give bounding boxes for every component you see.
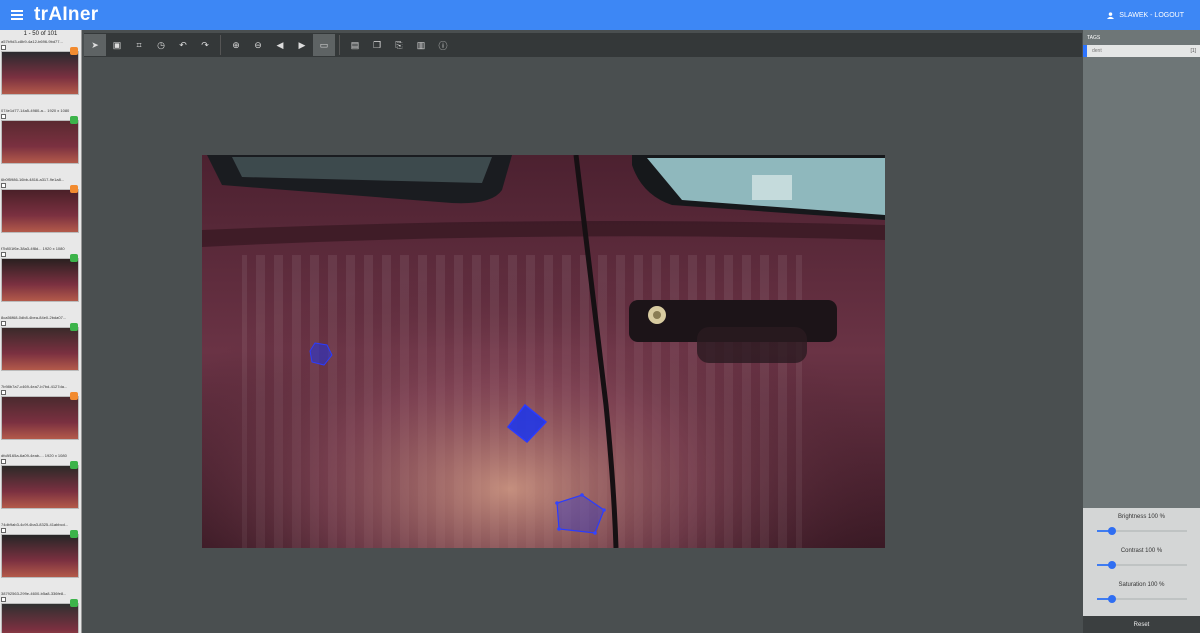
thumbnail-checkbox[interactable] (1, 528, 6, 533)
thumbnail-filename: 7b98b7a7-c469-4ea7-b7bd-4127da... (1, 384, 68, 389)
logout-link[interactable]: SLAWEK - LOGOUT (1119, 12, 1184, 19)
tag-color-marker (1083, 45, 1087, 57)
status-badge (70, 530, 78, 538)
thumbnail-image[interactable] (1, 258, 79, 302)
adjustment-panel: Brightness 100 % Contrast 100 % Saturati… (1083, 508, 1200, 616)
toolbar-divider (220, 35, 221, 55)
thumbnail-filename: a57b9d3-c8b9-4a12-b696-9bd77... (1, 39, 63, 44)
prev-icon[interactable]: ◀ (269, 34, 291, 56)
list-item[interactable]: 7b98b7a7-c469-4ea7-b7bd-4127da... (0, 383, 81, 452)
brightness-control: Brightness 100 % (1083, 508, 1200, 542)
brightness-label: Brightness 100 % (1117, 514, 1166, 520)
thumbnail-checkbox[interactable] (1, 183, 6, 188)
zoom-in-icon[interactable]: ⊕ (225, 34, 247, 56)
pager-label: 1 - 50 of 101 (23, 31, 58, 37)
list-item[interactable]: 8ca56f68-0db8-4bea-84e0-2bda07... (0, 314, 81, 383)
history-icon[interactable]: ◷ (150, 34, 172, 56)
right-panel: TAGS dent [1] Brightness 100 % Contrast … (1083, 30, 1200, 633)
thumbnail-checkbox[interactable] (1, 45, 6, 50)
thumbnail-image[interactable] (1, 327, 79, 371)
thumbnail-image[interactable] (1, 534, 79, 578)
image-canvas[interactable] (202, 155, 885, 548)
toolbar: ➤ ▣ ⌗ ◷ ↶ ↷ ⊕ ⊖ ◀ ▶ ▭ ▤ ❐ ⎘ ▥ ⓘ (84, 33, 1082, 57)
saturation-label: Saturation 100 % (1118, 582, 1165, 588)
tag-item[interactable]: dent [1] (1083, 45, 1200, 57)
image-list: 1 - 50 of 101 a57b9d3-c8b9-4a12-b696-9bd… (0, 30, 82, 633)
toolbar-divider (339, 35, 340, 55)
tag-label: dent (1092, 48, 1102, 54)
info-icon[interactable]: ⓘ (432, 34, 454, 56)
thumbnail-image[interactable] (1, 189, 79, 233)
thumbnail-image[interactable] (1, 465, 79, 509)
status-badge (70, 185, 78, 193)
save-icon[interactable]: ▤ (344, 34, 366, 56)
thumbnail-image[interactable] (1, 51, 79, 95)
saturation-slider[interactable] (1108, 595, 1116, 603)
brightness-slider[interactable] (1108, 527, 1116, 535)
redo-icon[interactable]: ↷ (194, 34, 216, 56)
tags-title: TAGS (1087, 35, 1101, 41)
list-item[interactable]: f7b801f6e-38a3-4f8d... 1920 x 1080 (0, 245, 81, 314)
list-item[interactable]: 38792563-299e-4600-b5a8-336fe8... (0, 590, 81, 633)
thumbnail-filename: f7b801f6e-38a3-4f8d... 1920 x 1080 (1, 246, 65, 251)
copy-icon[interactable]: ❐ (366, 34, 388, 56)
app-title: trAIner (34, 4, 99, 25)
pointer-icon[interactable]: ➤ (84, 34, 106, 56)
thumbnail-checkbox[interactable] (1, 459, 6, 464)
tag-count: [1] (1190, 48, 1196, 54)
thumbnail-checkbox[interactable] (1, 114, 6, 119)
saturation-control: Saturation 100 % (1083, 576, 1200, 610)
crop-icon[interactable]: ⌗ (128, 34, 150, 56)
thumbnail-filename: 074e1d77-14a5-4980-a... 1920 x 1080 (1, 108, 70, 113)
app-bar: trAIner SLAWEK - LOGOUT (0, 0, 1200, 30)
thumbnail-filename: 38792563-299e-4600-b5a8-336fe8... (1, 591, 67, 596)
reset-button[interactable]: Reset (1083, 616, 1200, 633)
next-icon[interactable]: ▶ (291, 34, 313, 56)
user-menu[interactable]: SLAWEK - LOGOUT (1107, 0, 1184, 30)
select-region-icon[interactable]: ▣ (106, 34, 128, 56)
list-item[interactable]: 6b0f5986-16bb-4816-a317-9e1a8... (0, 176, 81, 245)
status-badge (70, 116, 78, 124)
thumbnail-image[interactable] (1, 120, 79, 164)
zoom-out-icon[interactable]: ⊖ (247, 34, 269, 56)
thumbnail-checkbox[interactable] (1, 597, 6, 602)
list-item[interactable]: a57b9d3-c8b9-4a12-b696-9bd77... (0, 38, 81, 107)
list-item[interactable]: 74db9ab3-4c9f-4ba3-8325-41abbcd... (0, 521, 81, 590)
undo-icon[interactable]: ↶ (172, 34, 194, 56)
thumbnail-checkbox[interactable] (1, 321, 6, 326)
status-badge (70, 254, 78, 262)
thumbnail-filename: dfc8f165a-6a09-4eab-... 1920 x 1080 (1, 453, 67, 458)
thumbnail-filename: 8ca56f68-0db8-4bea-84e0-2bda07... (1, 315, 67, 320)
thumbnail-checkbox[interactable] (1, 390, 6, 395)
contrast-slider[interactable] (1108, 561, 1116, 569)
status-badge (70, 47, 78, 55)
thumbnail-filename: 74db9ab3-4c9f-4ba3-8325-41abbcd... (1, 522, 69, 527)
car-door-image (202, 155, 885, 548)
list-item[interactable]: 074e1d77-14a5-4980-a... 1920 x 1080 (0, 107, 81, 176)
contrast-label: Contrast 100 % (1120, 548, 1163, 554)
contrast-control: Contrast 100 % (1083, 542, 1200, 576)
status-badge (70, 323, 78, 331)
list-item[interactable]: dfc8f165a-6a09-4eab-... 1920 x 1080 (0, 452, 81, 521)
thumbnail-filename: 6b0f5986-16bb-4816-a317-9e1a8... (1, 177, 65, 182)
thumbnail-image[interactable] (1, 396, 79, 440)
delete-icon[interactable]: ▥ (410, 34, 432, 56)
menu-icon[interactable] (0, 0, 34, 30)
user-icon (1107, 11, 1115, 19)
status-badge (70, 392, 78, 400)
thumbnail-checkbox[interactable] (1, 252, 6, 257)
paste-icon[interactable]: ⎘ (388, 34, 410, 56)
thumbnail-image[interactable] (1, 603, 79, 633)
fit-icon[interactable]: ▭ (313, 34, 335, 56)
status-badge (70, 599, 78, 607)
status-badge (70, 461, 78, 469)
